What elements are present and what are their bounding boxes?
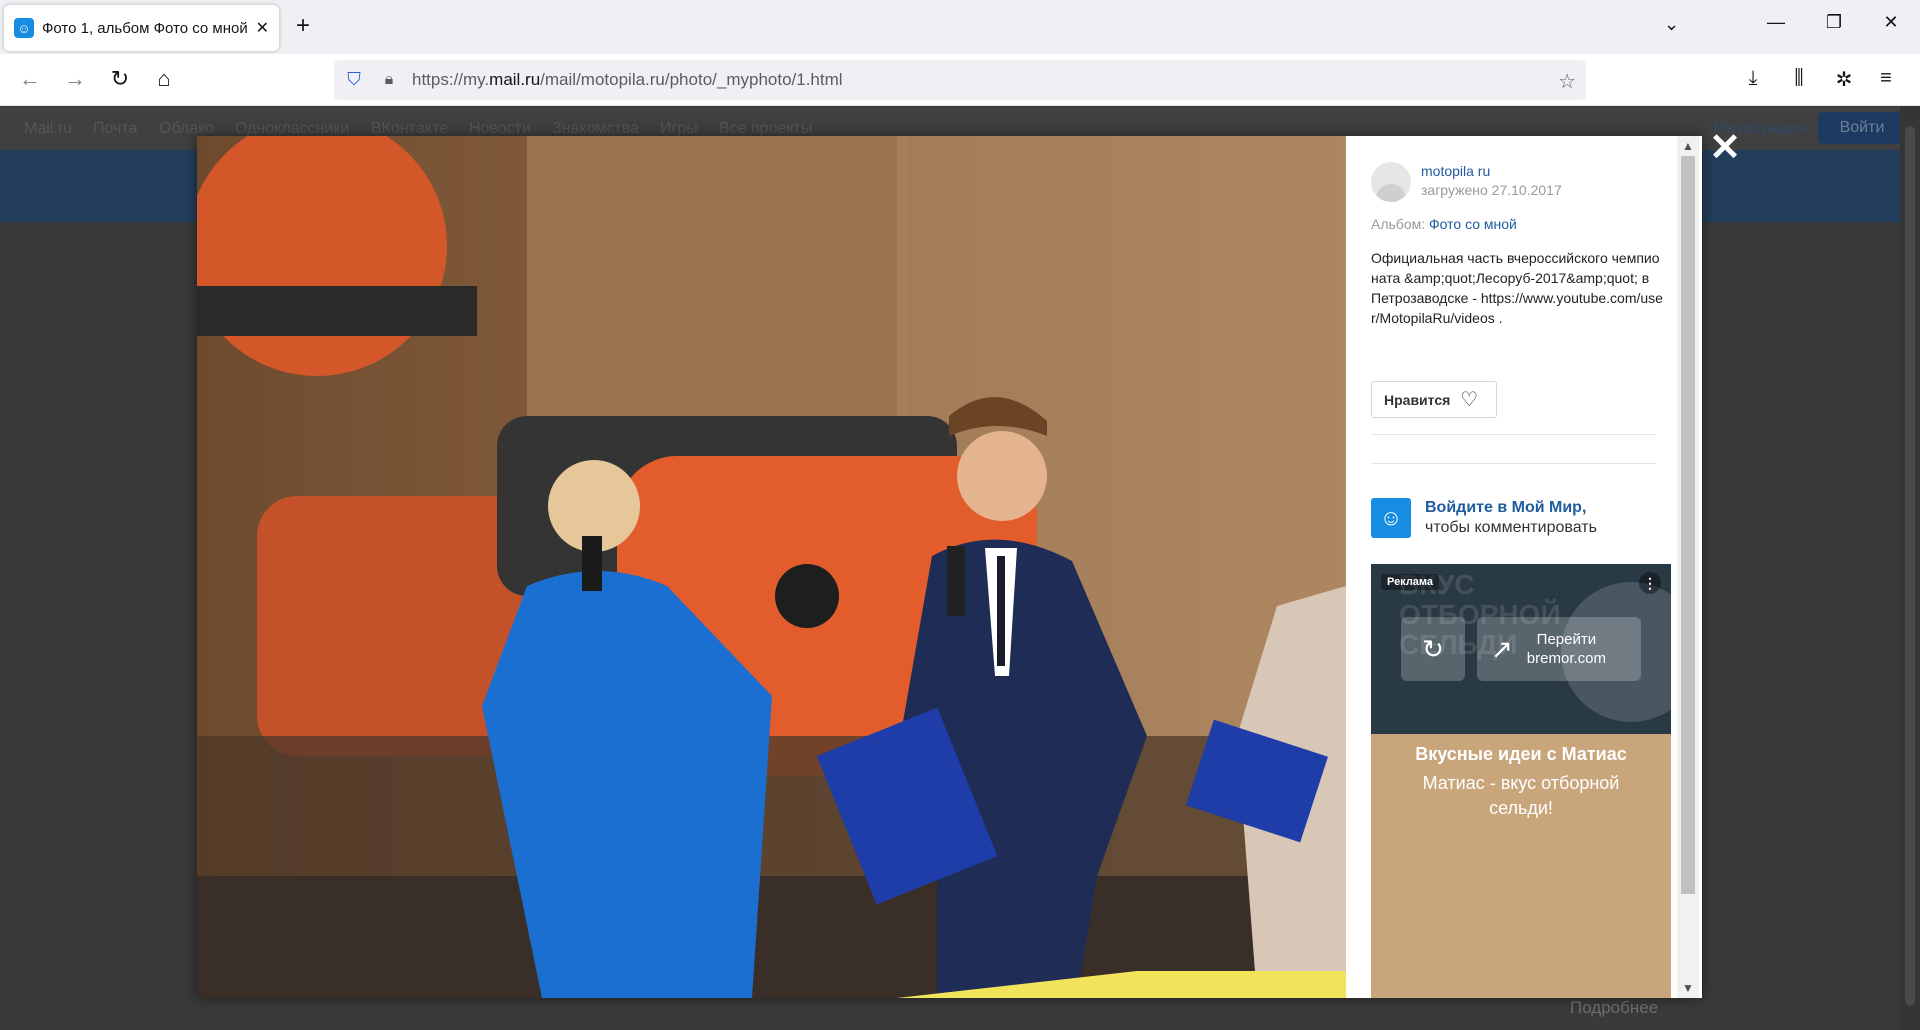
- arrow-up-right-icon: ↗: [1491, 633, 1513, 664]
- photo-description: Официальная часть вчероссийского чемпион…: [1371, 250, 1663, 326]
- scroll-down-icon[interactable]: ▼: [1677, 978, 1699, 998]
- upload-date: загружено 27.10.2017: [1421, 182, 1562, 198]
- comment-login-prompt: ☺ Войдите в Мой Мир, чтобы комментироват…: [1371, 498, 1597, 538]
- reload-icon[interactable]: ↻: [106, 67, 134, 91]
- ad-subtitle: Матиас - вкус отборной сельди!: [1422, 773, 1620, 818]
- mymir-favicon-icon: ☺: [14, 18, 34, 38]
- ad-video[interactable]: ВКУС ОТБОРНОЙ СЕЛЬДИ Реклама ⋮ ↻ ↗ Перей…: [1371, 564, 1671, 734]
- sidebar-scrollbar-thumb[interactable]: [1681, 156, 1695, 894]
- page-scrollbar[interactable]: [1900, 106, 1920, 1030]
- restore-button[interactable]: ❐: [1814, 12, 1854, 33]
- browser-tab[interactable]: ☺ Фото 1, альбом Фото со мной ✕: [4, 5, 279, 51]
- tab-close-icon[interactable]: ✕: [256, 18, 269, 38]
- back-arrow-icon[interactable]: ←: [16, 67, 44, 91]
- new-tab-button[interactable]: +: [296, 14, 310, 38]
- album-link[interactable]: Фото со мной: [1429, 216, 1517, 232]
- shield-icon[interactable]: ⛉: [344, 69, 364, 91]
- forward-arrow-icon[interactable]: →: [61, 67, 89, 91]
- ad-title[interactable]: Вкусные идеи с Матиас: [1371, 744, 1671, 765]
- photo-illustration: [197, 136, 1346, 998]
- lock-icon[interactable]: 🔒︎: [380, 71, 398, 89]
- browser-nav-bar: ← → ↻ ⌂ ⛉ 🔒︎ https://my.mail.ru/mail/mot…: [0, 54, 1920, 106]
- downloads-icon[interactable]: ⤓: [1738, 67, 1768, 90]
- close-window-button[interactable]: ✕: [1871, 12, 1911, 33]
- bookmark-star-icon[interactable]: ☆: [1558, 69, 1576, 94]
- scroll-up-icon[interactable]: ▲: [1677, 136, 1699, 156]
- ad-banner[interactable]: ВКУС ОТБОРНОЙ СЕЛЬДИ Реклама ⋮ ↻ ↗ Перей…: [1371, 564, 1671, 998]
- login-button[interactable]: Войти: [1818, 112, 1906, 144]
- photo-viewer: motopila ru загружено 27.10.2017 Альбом:…: [197, 136, 1702, 998]
- mymir-logo-icon: ☺: [1371, 498, 1411, 538]
- portal-link[interactable]: Почта: [93, 120, 137, 138]
- more-link[interactable]: Подробнее: [1570, 998, 1658, 1018]
- page-scrollbar-thumb[interactable]: [1905, 126, 1915, 1006]
- extensions-icon[interactable]: ✲: [1829, 67, 1859, 92]
- menu-icon[interactable]: ≡: [1871, 67, 1901, 90]
- minimize-button[interactable]: —: [1756, 12, 1796, 33]
- address-bar[interactable]: ⛉ 🔒︎ https://my.mail.ru/mail/motopila.ru…: [334, 60, 1586, 100]
- library-icon[interactable]: ⫼: [1784, 67, 1814, 90]
- login-mymir-link[interactable]: Войдите в Мой Мир,: [1425, 498, 1597, 518]
- browser-tab-bar: ☺ Фото 1, альбом Фото со мной ✕ + ⌄ — ❐ …: [0, 0, 1920, 54]
- photo-image[interactable]: [197, 136, 1346, 998]
- avatar[interactable]: [1371, 162, 1411, 202]
- ad-menu-icon[interactable]: ⋮: [1639, 572, 1661, 594]
- ad-go-label: Перейти: [1536, 631, 1597, 648]
- divider: [1371, 463, 1656, 464]
- tab-title: Фото 1, альбом Фото со мной: [42, 19, 248, 37]
- portal-link[interactable]: Mail.ru: [24, 120, 72, 138]
- login-hint-text: чтобы комментировать: [1425, 519, 1597, 536]
- home-icon[interactable]: ⌂: [150, 67, 178, 91]
- heart-icon: ♡: [1460, 389, 1479, 411]
- divider: [1371, 434, 1656, 435]
- like-button[interactable]: Нравится ♡: [1371, 381, 1497, 418]
- ad-go-domain: bremor.com: [1526, 650, 1606, 667]
- like-label: Нравится: [1384, 391, 1451, 408]
- photo-sidebar: motopila ru загружено 27.10.2017 Альбом:…: [1346, 136, 1702, 998]
- ad-label: Реклама: [1381, 574, 1440, 590]
- sidebar-scrollbar[interactable]: ▲ ▼: [1677, 136, 1699, 998]
- url-text[interactable]: https://my.mail.ru/mail/motopila.ru/phot…: [412, 70, 843, 90]
- author-block: motopila ru загружено 27.10.2017: [1371, 162, 1562, 202]
- close-viewer-icon[interactable]: ✕: [1708, 129, 1742, 167]
- album-label: Альбом:: [1371, 216, 1430, 232]
- list-tabs-chevron-icon[interactable]: ⌄: [1664, 14, 1679, 35]
- replay-icon[interactable]: ↻: [1401, 617, 1465, 681]
- author-name-link[interactable]: motopila ru: [1421, 162, 1562, 180]
- album-info: Альбом: Фото со мной: [1371, 216, 1517, 232]
- ad-go-button[interactable]: ↗ Перейти bremor.com: [1477, 617, 1641, 681]
